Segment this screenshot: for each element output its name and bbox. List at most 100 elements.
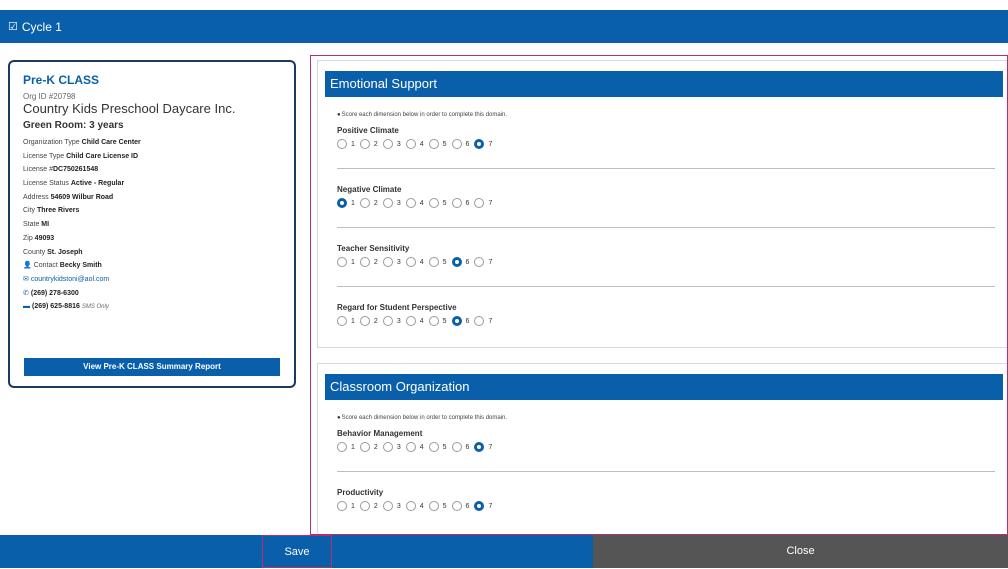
radio-button[interactable] [337,501,347,511]
radio-button[interactable] [474,442,485,452]
radio-button[interactable] [337,442,347,452]
radio-button[interactable] [428,139,439,149]
score-option-1[interactable]: 1 [337,198,355,208]
radio-button[interactable] [382,442,393,452]
email-row[interactable]: ✉ countrykidstoni@aol.com [23,273,281,287]
cycle-header[interactable]: ☑ Cycle 1 [0,10,1008,43]
radio-button[interactable] [382,257,393,267]
radio-button[interactable] [359,316,370,326]
score-option-5[interactable]: 5 [428,316,447,326]
radio-button[interactable] [359,501,370,511]
radio-button[interactable] [474,198,485,208]
radio-button[interactable] [474,501,485,511]
dimension-group: Regard for Student Perspective 1 2 3 4 5 6 7 [337,303,995,326]
save-button-label[interactable]: Save [262,535,332,568]
score-option-3[interactable]: 3 [382,257,401,267]
org-field-row: Address 54609 Wilbur Road [23,193,114,201]
radio-button[interactable] [405,442,416,452]
radio-button[interactable] [337,139,347,149]
save-button[interactable]: Save [0,535,593,568]
radio-button[interactable] [451,257,462,267]
score-option-5[interactable]: 5 [428,501,447,511]
radio-button[interactable] [405,257,416,267]
score-option-5[interactable]: 5 [428,257,447,267]
radio-button[interactable] [382,198,393,208]
score-option-7[interactable]: 7 [474,139,492,149]
radio-button[interactable] [382,316,393,326]
radio-button[interactable] [382,501,393,511]
radio-button[interactable] [428,198,439,208]
score-option-1[interactable]: 1 [337,442,355,452]
domains-scroll-panel[interactable]: Emotional Support ●Score each dimension b… [310,55,1008,535]
checkbox-icon: ☑ [8,21,18,33]
score-option-2[interactable]: 2 [359,501,378,511]
score-option-4[interactable]: 4 [405,442,424,452]
close-button[interactable]: Close [593,535,1008,568]
score-option-3[interactable]: 3 [382,139,401,149]
score-option-6[interactable]: 6 [451,501,469,511]
radio-button[interactable] [359,198,370,208]
radio-button[interactable] [428,442,439,452]
radio-button[interactable] [428,316,439,326]
radio-button[interactable] [337,198,347,208]
score-option-6[interactable]: 6 [451,139,469,149]
score-option-1[interactable]: 1 [337,316,355,326]
score-option-7[interactable]: 7 [474,316,492,326]
radio-button[interactable] [405,316,416,326]
score-option-1[interactable]: 1 [337,501,355,511]
score-option-3[interactable]: 3 [382,442,401,452]
score-option-6[interactable]: 6 [451,198,469,208]
score-option-2[interactable]: 2 [359,139,378,149]
score-option-1[interactable]: 1 [337,139,355,149]
score-option-2[interactable]: 2 [359,442,378,452]
score-option-3[interactable]: 3 [382,501,401,511]
score-option-4[interactable]: 4 [405,139,424,149]
radio-button[interactable] [359,257,370,267]
score-option-4[interactable]: 4 [405,198,424,208]
score-option-7[interactable]: 7 [474,257,492,267]
score-option-5[interactable]: 5 [428,198,447,208]
radio-button[interactable] [474,139,485,149]
view-summary-report-button[interactable]: View Pre-K CLASS Summary Report [24,358,280,376]
radio-button[interactable] [451,198,462,208]
score-option-7[interactable]: 7 [474,198,492,208]
radio-button[interactable] [451,316,462,326]
radio-button[interactable] [359,442,370,452]
score-option-4[interactable]: 4 [405,501,424,511]
score-option-6[interactable]: 6 [451,316,469,326]
envelope-icon: ✉ [23,275,29,283]
email-link[interactable]: countrykidstoni@aol.com [31,276,109,283]
score-option-2[interactable]: 2 [359,257,378,267]
score-option-4[interactable]: 4 [405,257,424,267]
score-option-5[interactable]: 5 [428,139,447,149]
message-icon: ▬ [23,303,30,311]
score-option-1[interactable]: 1 [337,257,355,267]
radio-button[interactable] [337,316,347,326]
radio-button[interactable] [451,139,462,149]
radio-button[interactable] [451,442,462,452]
radio-button[interactable] [428,501,439,511]
radio-button[interactable] [474,316,485,326]
radio-button[interactable] [474,257,485,267]
radio-button[interactable] [359,139,370,149]
score-label: 4 [419,502,424,510]
radio-button[interactable] [337,257,347,267]
radio-button[interactable] [405,139,416,149]
score-label: 5 [442,258,447,266]
org-field-row: Zip 49093 [23,234,55,242]
score-option-5[interactable]: 5 [428,442,447,452]
score-option-4[interactable]: 4 [405,316,424,326]
radio-button[interactable] [405,198,416,208]
radio-button[interactable] [451,501,462,511]
score-option-2[interactable]: 2 [359,198,378,208]
score-option-3[interactable]: 3 [382,316,401,326]
score-option-3[interactable]: 3 [382,198,401,208]
score-option-6[interactable]: 6 [451,442,469,452]
radio-button[interactable] [405,501,416,511]
score-option-6[interactable]: 6 [451,257,469,267]
radio-button[interactable] [428,257,439,267]
radio-button[interactable] [382,139,393,149]
score-option-2[interactable]: 2 [359,316,378,326]
score-option-7[interactable]: 7 [474,442,492,452]
score-option-7[interactable]: 7 [474,501,492,511]
